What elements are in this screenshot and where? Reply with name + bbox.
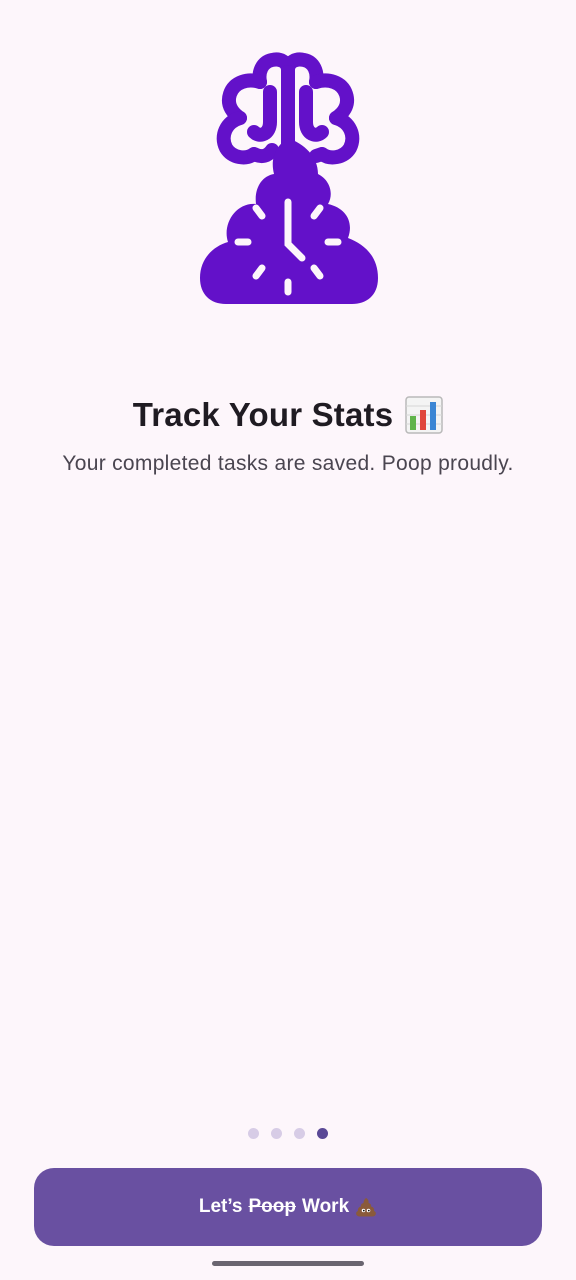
page-dot-3[interactable] (294, 1128, 305, 1139)
cta-struck-word: Poop (248, 1196, 296, 1217)
home-indicator[interactable] (212, 1261, 364, 1266)
onboarding-subtitle: Your completed tasks are saved. Poop pro… (62, 452, 514, 475)
page-indicator (0, 1128, 576, 1139)
bar-chart-icon (405, 396, 444, 434)
status-bar (44, 22, 532, 50)
onboarding-title: Track Your Stats (0, 396, 576, 434)
page-dot-4-active[interactable] (317, 1128, 328, 1139)
brain-poop-clock-logo (200, 52, 378, 304)
page-dot-1[interactable] (248, 1128, 259, 1139)
cta-suffix: Work (301, 1196, 350, 1217)
title-text: Track Your Stats (132, 396, 394, 433)
lets-work-button[interactable]: Let’s Poop Work (34, 1168, 542, 1246)
page-dot-2[interactable] (271, 1128, 282, 1139)
cta-prefix: Let’s (198, 1196, 243, 1217)
poop-icon (356, 1198, 377, 1217)
